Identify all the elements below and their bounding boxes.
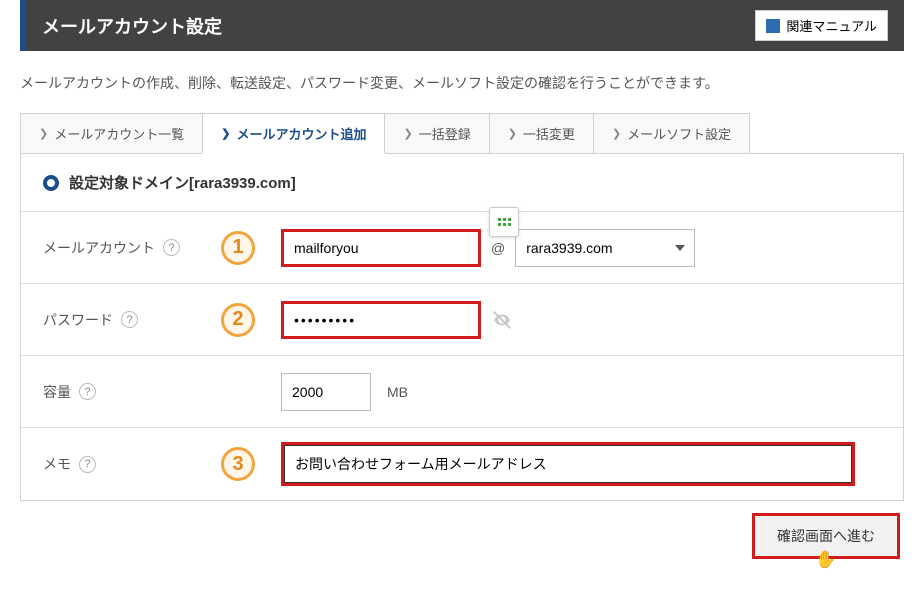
target-domain-row: 設定対象ドメイン[rara3939.com] <box>21 154 903 212</box>
label-password: パスワード <box>43 310 113 330</box>
help-icon[interactable]: ? <box>121 311 138 328</box>
label-mail-account: メールアカウント <box>43 238 155 258</box>
label-memo: メモ <box>43 454 71 474</box>
annotation-marker-2: 2 <box>221 303 255 337</box>
domain-select[interactable]: rara3939.com <box>515 229 695 267</box>
page-title: メールアカウント設定 <box>42 13 222 39</box>
row-memo: メモ ? 3 <box>21 428 903 500</box>
tab-bulk-update[interactable]: ❯一括変更 <box>489 113 594 153</box>
chevron-right-icon: ❯ <box>39 127 48 140</box>
visibility-off-icon[interactable] <box>491 309 513 331</box>
page-header: メールアカウント設定 関連マニュアル <box>20 0 904 51</box>
annotation-marker-3: 3 <box>221 447 255 481</box>
mail-account-input[interactable] <box>281 229 481 267</box>
tab-mailsoft-settings[interactable]: ❯メールソフト設定 <box>593 113 750 153</box>
help-icon[interactable]: ? <box>79 456 96 473</box>
confirm-button[interactable]: 確認画面へ進む ✋ <box>752 513 900 559</box>
chevron-right-icon: ❯ <box>221 127 230 140</box>
tab-account-add[interactable]: ❯メールアカウント追加 <box>202 113 385 154</box>
capacity-input[interactable] <box>281 373 371 411</box>
tab-account-list[interactable]: ❯メールアカウント一覧 <box>20 113 203 153</box>
row-mail-account: メールアカウント ? 1 @ rara3939.com <box>21 212 903 284</box>
manual-icon <box>766 19 780 33</box>
form-panel: 設定対象ドメイン[rara3939.com] メールアカウント ? 1 @ ra… <box>20 154 904 501</box>
memo-input[interactable] <box>284 445 852 483</box>
password-input[interactable] <box>281 301 481 339</box>
radio-selected-icon[interactable] <box>43 175 59 191</box>
at-symbol: @ <box>491 240 505 256</box>
target-domain-label: 設定対象ドメイン[rara3939.com] <box>69 172 296 193</box>
row-password: パスワード ? 2 <box>21 284 903 356</box>
page-description: メールアカウントの作成、削除、転送設定、パスワード変更、メールソフト設定の確認を… <box>20 51 904 113</box>
tabs: ❯メールアカウント一覧 ❯メールアカウント追加 ❯一括登録 ❯一括変更 ❯メール… <box>20 113 904 154</box>
password-manager-icon[interactable] <box>489 207 519 237</box>
chevron-right-icon: ❯ <box>508 127 517 140</box>
cursor-pointer-icon: ✋ <box>815 550 836 570</box>
annotation-marker-1: 1 <box>221 231 255 265</box>
help-icon[interactable]: ? <box>163 239 180 256</box>
label-capacity: 容量 <box>43 382 71 402</box>
chevron-right-icon: ❯ <box>403 127 412 140</box>
chevron-right-icon: ❯ <box>612 127 621 140</box>
row-capacity: 容量 ? MB <box>21 356 903 428</box>
related-manual-button[interactable]: 関連マニュアル <box>755 10 888 41</box>
tab-bulk-register[interactable]: ❯一括登録 <box>384 113 489 153</box>
manual-label: 関連マニュアル <box>786 16 877 35</box>
help-icon[interactable]: ? <box>79 383 96 400</box>
capacity-unit: MB <box>387 384 408 400</box>
form-footer: 確認画面へ進む ✋ <box>20 501 904 559</box>
